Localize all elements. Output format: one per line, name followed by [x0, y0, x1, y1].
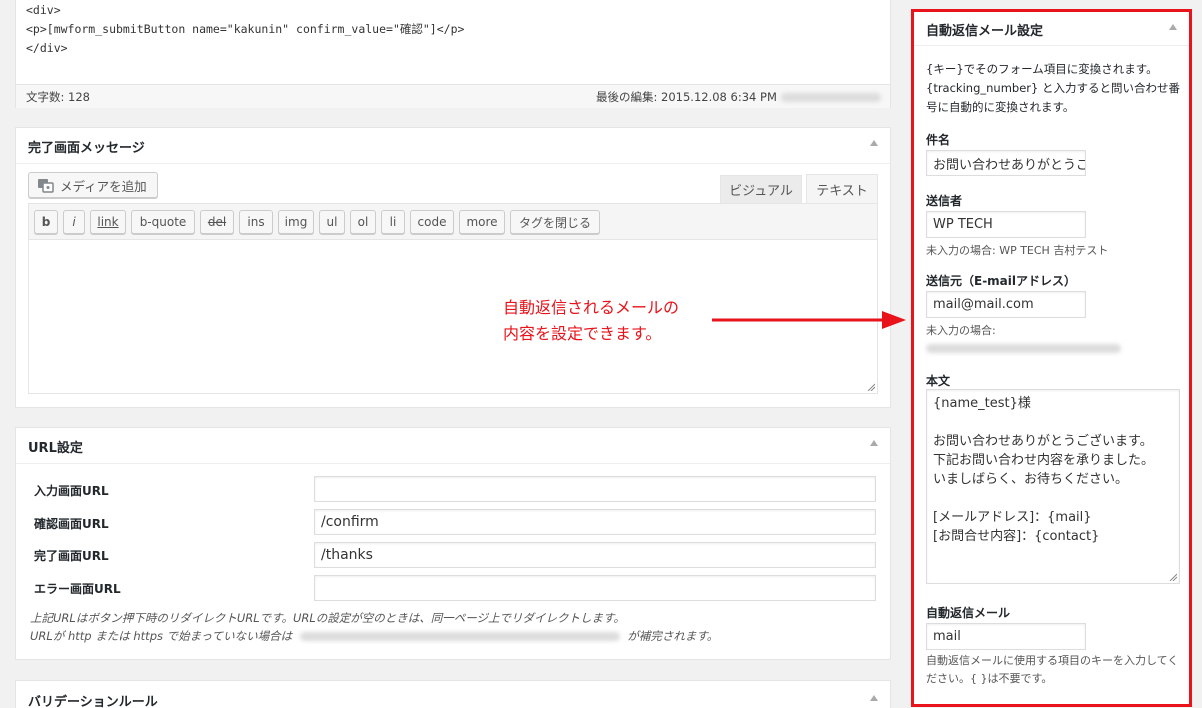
input-url-label: 入力画面URL: [34, 484, 109, 498]
quicktag-li[interactable]: li: [381, 210, 405, 234]
resize-handle-icon[interactable]: [1169, 573, 1177, 581]
collapse-icon[interactable]: [870, 440, 878, 446]
collapse-icon[interactable]: [870, 695, 878, 701]
subject-field[interactable]: お問い合わせありがとうございます: [926, 150, 1086, 176]
validation-panel: バリデーションルール: [15, 680, 891, 708]
last-edit: 最後の編集: 2015.12.08 6:34 PM: [596, 90, 777, 104]
input-url-field[interactable]: [314, 476, 876, 502]
sender-label: 送信者: [926, 194, 963, 208]
complete-message-title: 完了画面メッセージ: [28, 141, 145, 156]
complete-message-panel: 完了画面メッセージ メディアを追加 ビジュアル テキスト b i link b-…: [15, 127, 891, 408]
error-url-label: エラー画面URL: [34, 582, 121, 596]
url-note-2: URLが http または https で始まっていない場合は が補完されます。: [30, 628, 718, 644]
quicktag-del[interactable]: del: [200, 210, 234, 234]
last-edit-user-redacted: [781, 93, 881, 102]
url-settings-title: URL設定: [28, 441, 83, 456]
from-default-redacted: [926, 344, 1121, 353]
body-textarea[interactable]: {name_test}様 お問い合わせありがとうございます。 下記お問い合わせ内…: [926, 389, 1180, 584]
quicktag-bquote[interactable]: b-quote: [131, 210, 195, 234]
annotation-arrow-icon: [712, 311, 906, 329]
add-media-button[interactable]: メディアを追加: [28, 172, 158, 198]
url-note-2-prefix: URLが http または https で始まっていない場合は: [30, 629, 293, 643]
quicktag-ol[interactable]: ol: [350, 210, 376, 234]
from-note: 未入力の場合:: [926, 324, 996, 337]
quicktag-i[interactable]: i: [63, 210, 85, 234]
quicktag-link[interactable]: link: [90, 210, 126, 234]
editor-status-bar: 文字数: 128 最後の編集: 2015.12.08 6:34 PM: [16, 84, 890, 108]
url-note-2-suffix: が補完されます。: [627, 629, 719, 643]
collapse-icon[interactable]: [870, 140, 878, 146]
quicktag-ul[interactable]: ul: [319, 210, 345, 234]
autoreply-header[interactable]: 自動返信メール設定: [914, 12, 1189, 46]
from-label: 送信元（E-mailアドレス）: [926, 274, 1077, 288]
quicktag-img[interactable]: img: [278, 210, 314, 234]
complete-url-label: 完了画面URL: [34, 549, 109, 563]
collapse-icon[interactable]: [1169, 24, 1177, 30]
annotation-line-2: 内容を設定できます。: [503, 324, 662, 343]
body-line: [933, 413, 1173, 432]
quicktags-toolbar: b i link b-quote del ins img ul ol li co…: [28, 203, 878, 240]
body-line: いましばらく、お待ちください。: [933, 472, 1129, 487]
subject-label: 件名: [926, 133, 951, 147]
url-note-1: 上記URLはボタン押下時のリダイレクトURLです。URLの設定が空のときは、同一…: [30, 611, 625, 625]
body-line: [お問合せ内容]：{contact}: [933, 529, 1100, 544]
resize-handle-icon[interactable]: [867, 383, 875, 391]
body-line: [メールアドレス]：{mail}: [933, 510, 1092, 525]
quicktag-more[interactable]: more: [459, 210, 505, 234]
confirm-url-label: 確認画面URL: [34, 517, 109, 531]
url-settings-panel: URL設定 入力画面URL 確認画面URL /confirm 完了画面URL /…: [15, 427, 891, 660]
tab-text-label: テキスト: [816, 184, 868, 199]
tab-visual[interactable]: ビジュアル: [720, 175, 802, 203]
confirm-url-field[interactable]: /confirm: [314, 509, 876, 535]
quicktag-code[interactable]: code: [410, 210, 454, 234]
code-editor-panel: <div> <p>[mwform_submitButton name="kaku…: [15, 0, 891, 108]
media-icon: [38, 179, 54, 193]
tab-visual-label: ビジュアル: [729, 184, 793, 199]
word-count: 文字数: 128: [26, 90, 90, 104]
autoreply-description: {キー}でそのフォーム項目に変換されます。{tracking_number} と…: [926, 62, 1180, 114]
url-settings-header[interactable]: URL設定: [16, 428, 890, 464]
sender-field[interactable]: WP TECH: [926, 211, 1086, 238]
code-textarea[interactable]: <div> <p>[mwform_submitButton name="kaku…: [26, 0, 876, 79]
body-line: お問い合わせありがとうございます。: [933, 434, 1153, 449]
autoreply-key-label: 自動返信メール: [926, 606, 1011, 620]
complete-url-field[interactable]: /thanks: [314, 542, 876, 568]
body-line: 下記お問い合わせ内容を承りました。: [933, 453, 1155, 468]
complete-message-header[interactable]: 完了画面メッセージ: [16, 128, 890, 164]
base-url-redacted: [299, 632, 620, 641]
validation-header[interactable]: バリデーションルール: [16, 681, 890, 708]
from-field[interactable]: mail@mail.com: [926, 291, 1086, 318]
code-line: <div>: [26, 3, 61, 17]
validation-title: バリデーションルール: [28, 695, 158, 708]
body-line: {name_test}様: [933, 396, 1031, 411]
autoreply-panel: 自動返信メール設定 {キー}でそのフォーム項目に変換されます。{tracking…: [911, 9, 1192, 707]
body-label: 本文: [926, 374, 951, 388]
quicktag-ins[interactable]: ins: [239, 210, 273, 234]
autoreply-key-field[interactable]: mail: [926, 623, 1086, 650]
code-line: </div>: [26, 41, 68, 55]
annotation-text: 自動返信されるメールの 内容を設定できます。: [503, 295, 679, 347]
code-line: <p>[mwform_submitButton name="kakunin" c…: [26, 22, 465, 36]
sender-note: 未入力の場合: WP TECH 吉村テスト: [926, 244, 1109, 257]
autoreply-title: 自動返信メール設定: [926, 24, 1044, 39]
autoreply-key-note: 自動返信メールに使用する項目のキーを入力してください。{ }は不要です。: [926, 654, 1179, 685]
add-media-label: メディアを追加: [60, 178, 147, 194]
annotation-line-1: 自動返信されるメールの: [503, 298, 680, 317]
body-line: [933, 489, 1173, 508]
quicktag-close-tags[interactable]: タグを閉じる: [510, 210, 600, 234]
quicktag-b[interactable]: b: [34, 210, 58, 234]
tab-text[interactable]: テキスト: [806, 174, 878, 204]
error-url-field[interactable]: [314, 575, 876, 601]
